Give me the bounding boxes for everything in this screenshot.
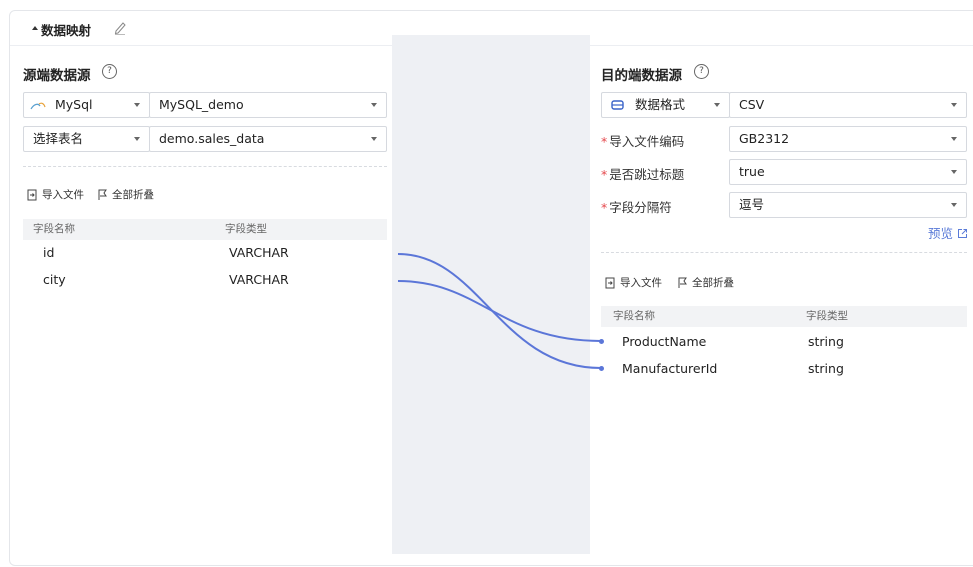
chevron-down-icon [371,137,377,141]
encoding-label-text: 导入文件编码 [609,134,685,149]
field-type: VARCHAR [229,272,289,287]
source-table-value: demo.sales_data [159,131,265,146]
table-select-label: 选择表名 [33,131,84,146]
chevron-down-icon [951,137,957,141]
data-format-icon [611,100,624,110]
separator-label-text: 字段分隔符 [609,200,672,215]
source-collapse-all-button[interactable]: 全部折叠 [97,187,154,202]
column-header-name: 字段名称 [613,310,655,322]
target-title: 目的端数据源 [601,68,682,84]
source-import-file-button[interactable]: 导入文件 [27,187,84,202]
source-title: 源端数据源 [23,68,91,84]
preview-link[interactable]: 预览 [928,223,968,242]
chevron-down-icon [371,103,377,107]
format-value: CSV [739,97,765,112]
source-db-type-select[interactable]: MySql [23,92,150,118]
field-name: ProductName [622,334,707,349]
separator-value: 逗号 [739,197,765,212]
pencil-icon[interactable] [113,19,127,35]
separator-select[interactable]: 逗号 [729,192,967,218]
chevron-down-icon [134,103,140,107]
mapping-canvas [392,35,590,554]
collapse-all-label: 全部折叠 [692,277,734,289]
target-format-select[interactable]: CSV [729,92,967,118]
import-file-label: 导入文件 [620,277,662,289]
panel-title: 数据映射 [41,23,92,38]
chevron-down-icon [134,137,140,141]
chevron-down-icon [714,103,720,107]
divider [23,166,387,167]
import-file-label: 导入文件 [42,189,84,201]
target-collapse-all-button[interactable]: 全部折叠 [677,275,734,290]
source-connection-value: MySQL_demo [159,97,244,112]
field-name: ManufacturerId [622,361,718,376]
external-link-icon [958,229,967,238]
chevron-down-icon [951,103,957,107]
column-header-type: 字段类型 [806,310,848,322]
column-header-type: 字段类型 [225,223,267,235]
required-mark: * [601,200,608,215]
help-icon[interactable]: ? [694,64,709,79]
mysql-logo-icon [30,102,46,110]
import-file-icon [27,189,37,200]
connector-dot[interactable] [599,338,604,344]
collapse-all-label: 全部折叠 [112,189,154,201]
target-import-file-button[interactable]: 导入文件 [605,275,662,290]
column-header-name: 字段名称 [33,223,75,235]
chevron-down-icon [951,170,957,174]
format-label: 数据格式 [635,97,686,112]
separator-label: * 字段分隔符 [601,197,672,216]
encoding-label: * 导入文件编码 [601,131,684,150]
source-table-select[interactable]: demo.sales_data [149,126,387,152]
skip-header-value: true [739,164,765,179]
skip-header-label-text: 是否跳过标题 [609,167,685,182]
field-type: VARCHAR [229,245,289,260]
field-type: string [808,361,844,376]
help-icon[interactable]: ? [102,64,117,79]
chevron-down-icon [951,203,957,207]
skip-header-label: * 是否跳过标题 [601,164,684,183]
table-select-mode[interactable]: 选择表名 [23,126,150,152]
target-table-header: 字段名称 字段类型 [601,306,967,327]
encoding-select[interactable]: GB2312 [729,126,967,152]
collapse-all-icon [678,277,687,288]
source-connection-select[interactable]: MySQL_demo [149,92,387,118]
collapse-all-icon [98,189,107,200]
required-mark: * [601,167,608,182]
skip-header-select[interactable]: true [729,159,967,185]
target-format-type-select[interactable]: 数据格式 [601,92,730,118]
field-type: string [808,334,844,349]
connector-dot[interactable] [599,365,604,371]
encoding-value: GB2312 [739,131,790,146]
divider [601,252,967,253]
preview-label: 预览 [928,226,954,241]
caret-up-icon[interactable] [32,26,38,30]
required-mark: * [601,134,608,149]
import-file-icon [605,277,615,288]
field-name: id [43,245,55,260]
field-name: city [43,272,66,287]
source-table-header: 字段名称 字段类型 [23,219,387,240]
source-db-type-value: MySql [55,97,93,112]
